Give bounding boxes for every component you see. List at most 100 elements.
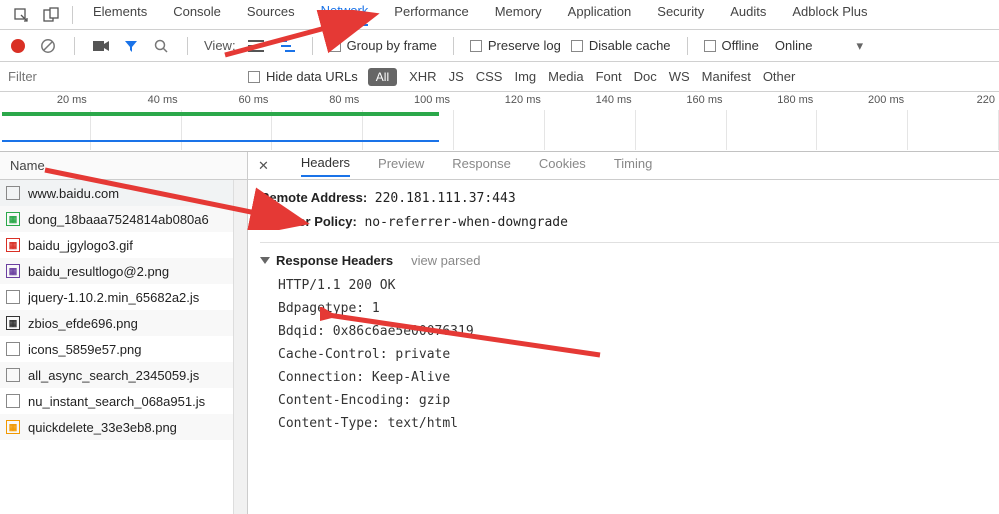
tab-application[interactable]: Application: [568, 4, 632, 25]
request-row[interactable]: ▦dong_18baaa7524814ab080a6: [0, 206, 233, 232]
chevron-down-icon: ▾: [856, 38, 863, 54]
throttling-select[interactable]: Online▾: [769, 36, 869, 56]
response-headers-section[interactable]: Response Headers view parsed: [260, 242, 999, 274]
details-tab-headers[interactable]: Headers: [301, 155, 350, 177]
request-row[interactable]: ▦quickdelete_33e3eb8.png: [0, 414, 233, 440]
device-toggle-icon[interactable]: [42, 6, 60, 24]
details-tab-response[interactable]: Response: [452, 156, 511, 176]
type-img[interactable]: Img: [514, 69, 536, 84]
referrer-policy: Referrer Policy: no-referrer-when-downgr…: [260, 210, 999, 234]
group-by-frame-checkbox[interactable]: Group by frame: [329, 38, 437, 53]
view-list-icon[interactable]: [246, 36, 266, 56]
timeline-tick: 20 ms: [0, 94, 91, 112]
tab-console[interactable]: Console: [173, 4, 221, 25]
type-js[interactable]: JS: [449, 69, 464, 84]
hide-data-urls-checkbox[interactable]: Hide data URLs: [248, 69, 358, 84]
type-xhr[interactable]: XHR: [409, 69, 436, 84]
tab-memory[interactable]: Memory: [495, 4, 542, 25]
timeline-transfer-bar: [2, 112, 439, 116]
request-name: baidu_resultlogo@2.png: [28, 264, 233, 279]
timeline-tick: 100 ms: [363, 94, 454, 112]
disable-cache-checkbox[interactable]: Disable cache: [571, 38, 671, 53]
record-icon[interactable]: [8, 36, 28, 56]
view-waterfall-icon[interactable]: [276, 36, 296, 56]
filter-bar: Hide data URLs All XHR JS CSS Img Media …: [0, 62, 999, 92]
type-other[interactable]: Other: [763, 69, 796, 84]
tab-security[interactable]: Security: [657, 4, 704, 25]
timeline-tick: 120 ms: [454, 94, 545, 112]
type-font[interactable]: Font: [596, 69, 622, 84]
details-tab-timing[interactable]: Timing: [614, 156, 653, 176]
preserve-log-checkbox[interactable]: Preserve log: [470, 38, 561, 53]
referrer-policy-value: no-referrer-when-downgrade: [364, 215, 568, 230]
tab-elements[interactable]: Elements: [93, 4, 147, 25]
timeline-tick: 80 ms: [272, 94, 363, 112]
request-name: zbios_efde696.png: [28, 316, 233, 331]
type-ws[interactable]: WS: [669, 69, 690, 84]
view-parsed-link[interactable]: view parsed: [411, 253, 480, 268]
timeline-tick: 160 ms: [636, 94, 727, 112]
timeline-ticks: 20 ms 40 ms 60 ms 80 ms 100 ms 120 ms 14…: [0, 94, 999, 112]
type-manifest[interactable]: Manifest: [702, 69, 751, 84]
inspect-icon[interactable]: [12, 6, 30, 24]
offline-checkbox[interactable]: Offline: [704, 38, 759, 53]
image-file-icon: ▦: [6, 212, 20, 226]
timeline-tick: 180 ms: [727, 94, 818, 112]
type-css[interactable]: CSS: [476, 69, 503, 84]
separator: [687, 37, 688, 55]
response-header-line: Cache-Control: private: [260, 343, 999, 366]
request-name: icons_5859e57.png: [28, 342, 233, 357]
referrer-policy-key: Referrer Policy:: [260, 214, 357, 229]
timeline-dom-bar: [2, 140, 439, 142]
preserve-log-label: Preserve log: [488, 38, 561, 53]
request-row[interactable]: icons_5859e57.png: [0, 336, 233, 362]
response-headers-lines: HTTP/1.1 200 OKBdpagetype: 1Bdqid: 0x86c…: [260, 274, 999, 435]
camera-icon[interactable]: [91, 36, 111, 56]
network-toolbar: View: Group by frame Preserve log Disabl…: [0, 30, 999, 62]
request-row[interactable]: all_async_search_2345059.js: [0, 362, 233, 388]
tab-audits[interactable]: Audits: [730, 4, 766, 25]
clear-icon[interactable]: [38, 36, 58, 56]
timeline-tick: 200 ms: [817, 94, 908, 112]
remote-address-key: Remote Address:: [260, 190, 367, 205]
search-icon[interactable]: [151, 36, 171, 56]
request-details-panel: ✕ Headers Preview Response Cookies Timin…: [248, 152, 999, 514]
type-all[interactable]: All: [368, 68, 397, 86]
request-row[interactable]: nu_instant_search_068a951.js: [0, 388, 233, 414]
tab-network[interactable]: Network: [321, 3, 369, 26]
filter-toggle-icon[interactable]: [121, 36, 141, 56]
response-header-line: Content-Encoding: gzip: [260, 389, 999, 412]
request-name: www.baidu.com: [28, 186, 227, 201]
request-name: baidu_jgylogo3.gif: [28, 238, 233, 253]
request-row[interactable]: ▦ zbios_efde696.png: [0, 310, 233, 336]
timeline-tick: 40 ms: [91, 94, 182, 112]
request-row[interactable]: jquery-1.10.2.min_65682a2.js: [0, 284, 233, 310]
request-list-scrollbar[interactable]: [233, 180, 247, 514]
panel-tabs: Elements Console Sources Network Perform…: [93, 3, 868, 26]
headers-body: Remote Address: 220.181.111.37:443 Refer…: [248, 180, 999, 514]
type-media[interactable]: Media: [548, 69, 583, 84]
request-row[interactable]: ▦baidu_jgylogo3.gif: [0, 232, 233, 258]
tab-adblock[interactable]: Adblock Plus: [792, 4, 867, 25]
response-header-line: Bdqid: 0x86c6ae5e00076319: [260, 320, 999, 343]
request-row[interactable]: ▦baidu_resultlogo@2.png: [0, 258, 233, 284]
filter-input[interactable]: [8, 69, 238, 84]
details-tab-preview[interactable]: Preview: [378, 156, 424, 176]
devtools-topbar: Elements Console Sources Network Perform…: [0, 0, 999, 30]
details-tab-cookies[interactable]: Cookies: [539, 156, 586, 176]
request-list[interactable]: www.baidu.com▦dong_18baaa7524814ab080a6▦…: [0, 180, 233, 514]
details-tabs: ✕ Headers Preview Response Cookies Timin…: [248, 152, 999, 180]
request-name: nu_instant_search_068a951.js: [28, 394, 233, 409]
request-list-panel: Name www.baidu.com ▦dong_18baaa7524814ab0…: [0, 152, 248, 514]
close-details-icon[interactable]: ✕: [254, 158, 273, 174]
request-row[interactable]: www.baidu.com: [0, 180, 233, 206]
name-column-header[interactable]: Name: [0, 152, 247, 180]
timeline-overview[interactable]: 20 ms 40 ms 60 ms 80 ms 100 ms 120 ms 14…: [0, 92, 999, 152]
document-file-icon: [6, 394, 20, 408]
response-header-line: Content-Type: text/html: [260, 412, 999, 435]
image-file-icon: ▦: [6, 316, 20, 330]
tab-performance[interactable]: Performance: [394, 4, 468, 25]
request-name: jquery-1.10.2.min_65682a2.js: [28, 290, 233, 305]
type-doc[interactable]: Doc: [634, 69, 657, 84]
tab-sources[interactable]: Sources: [247, 4, 295, 25]
